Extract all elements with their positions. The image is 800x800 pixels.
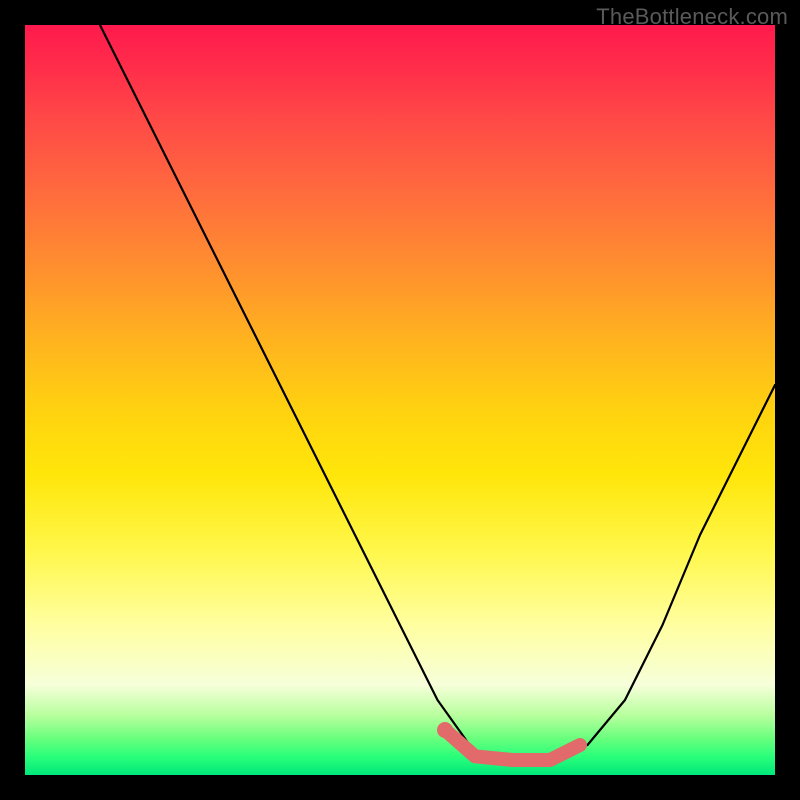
plot-area: [25, 25, 775, 775]
chart-frame: TheBottleneck.com: [0, 0, 800, 800]
highlight-dot: [437, 722, 453, 738]
bottleneck-curve: [100, 25, 775, 760]
highlight-segment: [445, 730, 580, 760]
plot-svg: [25, 25, 775, 775]
